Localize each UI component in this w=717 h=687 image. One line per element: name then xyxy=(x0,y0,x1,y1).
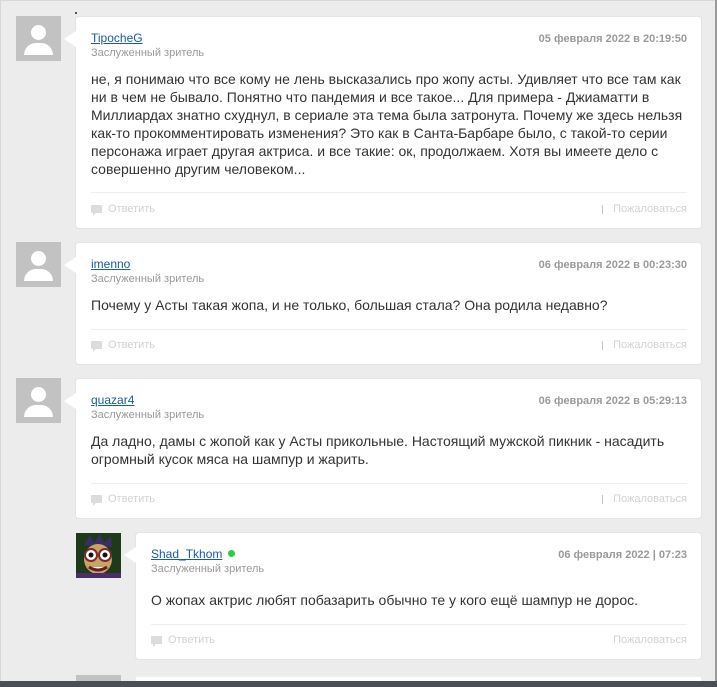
comment-text-line: огромный кусок мяса на шампур и жарить. xyxy=(91,451,369,467)
complain-link[interactable]: Пожаловаться xyxy=(613,634,687,646)
comment-author-link[interactable]: TipocheG xyxy=(91,31,143,45)
separator xyxy=(602,341,603,350)
cartoon-avatar-icon xyxy=(76,533,121,578)
comment-card: imenno Заслуженный зритель 06 февраля 20… xyxy=(64,243,701,364)
comment-text-line: ни в чем не бывало. Понятно что пандемия… xyxy=(91,89,650,105)
reply-button[interactable]: Ответить xyxy=(91,339,156,352)
reply-icon xyxy=(91,495,102,506)
reply-button[interactable]: Ответить xyxy=(151,634,216,647)
complain-link[interactable]: Пожаловаться xyxy=(613,493,687,505)
comment-text-line: О жопах актрис любят побазарить обычно т… xyxy=(151,592,639,608)
avatar-imenno[interactable] xyxy=(16,242,61,287)
comment-divider xyxy=(91,329,687,330)
reply-label: Ответить xyxy=(108,203,156,215)
comment-text-line: совершенно другим человеком... xyxy=(91,161,306,177)
comment-text-line: как-то прокомментировать изменения? Это … xyxy=(91,125,668,141)
comment-author-link[interactable]: Shad_Tkhom xyxy=(151,547,236,561)
reply-label: Ответить xyxy=(168,634,216,646)
reply-button[interactable]: Ответить xyxy=(91,203,156,216)
reply-button[interactable]: Ответить xyxy=(91,493,156,506)
comment-card: quazar4 Заслуженный зритель 06 февраля 2… xyxy=(64,379,701,518)
complain-link[interactable]: Пожаловаться xyxy=(613,339,687,351)
user-silhouette-icon xyxy=(31,25,46,40)
separator xyxy=(602,205,603,214)
comment-author-link[interactable]: quazar4 xyxy=(91,393,134,407)
comment-date: 05 февраля 2022 в 20:19:50 xyxy=(538,33,687,45)
online-status-icon xyxy=(228,550,236,557)
reply-label: Ответить xyxy=(108,339,156,351)
comment-card: TipocheG Заслуженный зритель 05 февраля … xyxy=(64,17,701,228)
comment-text: не, я понимаю что все кому не лень выска… xyxy=(91,70,685,178)
comment-text-line: Миллиардах знатно схуднул, в сериале эта… xyxy=(91,107,683,123)
bottom-bar xyxy=(0,681,717,687)
separator xyxy=(602,495,603,504)
comment-date: 06 февраля 2022 в 00:23:30 xyxy=(538,259,687,271)
comment-text: О жопах актрис любят побазарить обычно т… xyxy=(151,591,685,609)
user-silhouette-icon xyxy=(31,251,46,266)
left-border xyxy=(0,0,1,687)
comment-divider xyxy=(91,483,687,484)
comment-divider xyxy=(91,192,687,193)
avatar-shad-tkhom[interactable] xyxy=(76,533,121,578)
comment-text-line: не, я понимаю что все кому не лень выска… xyxy=(91,71,681,87)
comment-text: Почему у Асты такая жопа, и не только, б… xyxy=(91,296,685,314)
comment-text-line: Почему у Асты такая жопа, и не только, б… xyxy=(91,297,608,313)
author-name: Shad_Tkhom xyxy=(151,547,223,561)
reply-icon xyxy=(91,205,102,216)
reply-icon xyxy=(91,341,102,352)
comment-author-rank: Заслуженный зритель xyxy=(91,409,205,421)
comment-author-link[interactable]: imenno xyxy=(91,257,130,271)
top-dot xyxy=(75,12,77,14)
comment-author-rank: Заслуженный зритель xyxy=(151,563,265,575)
comment-text-line: персонажа играет другая актриса. и все т… xyxy=(91,143,659,159)
top-border xyxy=(0,0,717,1)
complain-link[interactable]: Пожаловаться xyxy=(613,203,687,215)
comment-author-rank: Заслуженный зритель xyxy=(91,273,205,285)
comment-text-line: Да ладно, дамы с жопой как у Асты прикол… xyxy=(91,433,665,449)
comment-divider xyxy=(151,624,687,625)
user-silhouette-icon xyxy=(31,387,46,402)
reply-icon xyxy=(151,636,162,647)
reply-label: Ответить xyxy=(108,493,156,505)
avatar-tipocheg[interactable] xyxy=(16,16,61,61)
avatar-quazar4[interactable] xyxy=(16,378,61,423)
comment-date: 06 февраля 2022 в 05:29:13 xyxy=(538,395,687,407)
comment-text: Да ладно, дамы с жопой как у Асты прикол… xyxy=(91,432,685,468)
comment-card: Shad_Tkhom Заслуженный зритель 06 феврал… xyxy=(124,533,701,659)
comment-date: 06 февраля 2022 | 07:23 xyxy=(558,549,687,561)
comment-author-rank: Заслуженный зритель xyxy=(91,47,205,59)
